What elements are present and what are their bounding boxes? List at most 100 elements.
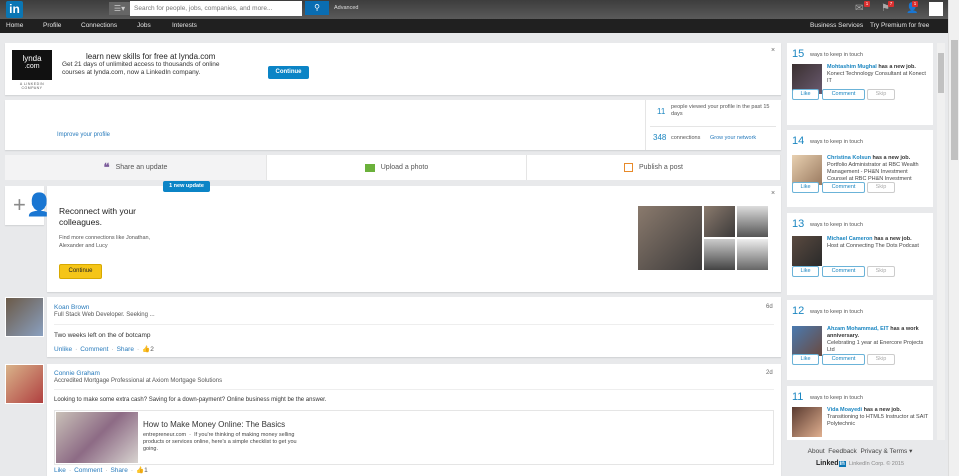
page-scrollbar[interactable]	[948, 0, 959, 476]
colleague-photo[interactable]	[736, 238, 769, 271]
divider	[650, 126, 776, 127]
comment-button[interactable]: Comment	[822, 266, 865, 277]
upload-photo-tab[interactable]: Upload a photo	[267, 155, 527, 180]
like-count[interactable]: 1	[144, 467, 148, 474]
comment-button[interactable]: Comment	[74, 467, 102, 474]
post-actions: Like · Comment · Share · 👍1	[54, 467, 148, 474]
nav-business-services[interactable]: Business Services	[810, 22, 863, 29]
new-update-badge[interactable]: 1 new update	[163, 181, 210, 192]
comment-button[interactable]: Comment	[822, 89, 865, 100]
nav-home[interactable]: Home	[6, 22, 23, 29]
colleague-photo[interactable]	[703, 205, 736, 238]
avatar[interactable]	[5, 297, 44, 337]
ways-label: ways to keep in touch	[810, 139, 863, 145]
colleague-photo[interactable]	[736, 205, 769, 238]
thumbs-up-icon: 👍	[142, 346, 151, 353]
reconnect-continue-button[interactable]: Continue	[59, 264, 102, 279]
share-update-tab[interactable]: ❝ Share an update	[5, 155, 267, 180]
like-count[interactable]: 2	[150, 346, 154, 353]
colleague-photo[interactable]	[637, 205, 703, 271]
comment-button[interactable]: Comment	[822, 182, 865, 193]
like-button[interactable]: Like	[792, 354, 819, 365]
share-button[interactable]: Share	[117, 346, 134, 353]
skip-button[interactable]: Skip	[867, 89, 895, 100]
search-button[interactable]: ⚲	[305, 1, 329, 15]
avatar[interactable]	[5, 364, 44, 404]
lynda-continue-button[interactable]: Continue	[268, 66, 309, 79]
like-button[interactable]: Like	[54, 467, 66, 474]
nav-try-premium[interactable]: Try Premium for free	[870, 22, 929, 29]
footer-about[interactable]: About	[808, 448, 825, 455]
close-icon[interactable]: ×	[771, 190, 775, 197]
nav-profile[interactable]: Profile	[43, 22, 61, 29]
nav-connections[interactable]: Connections	[81, 22, 117, 29]
reconnect-card: Reconnect with your colleagues. Find mor…	[47, 186, 781, 292]
nav-interests[interactable]: Interests	[172, 22, 197, 29]
link-preview[interactable]: How to Make Money Online: The Basics ent…	[54, 410, 774, 465]
comment-button[interactable]: Comment	[822, 354, 865, 365]
link-preview-title[interactable]: How to Make Money Online: The Basics	[143, 420, 285, 429]
contact-name[interactable]: Mohtashim Mughal	[827, 64, 877, 70]
menu-icon[interactable]: ☰▾	[109, 2, 130, 15]
advanced-search-link[interactable]: Advanced	[334, 5, 358, 11]
rail-scrollbar[interactable]	[937, 43, 945, 440]
top-bar: in ☰▾ ⚲ Advanced ✉ 1 ⚑ 7 👤 1	[0, 0, 959, 19]
footer-feedback[interactable]: Feedback	[828, 448, 857, 455]
keep-in-touch-card: 13 ways to keep in touch Michael Cameron…	[787, 213, 933, 295]
keep-in-touch-card: 11 ways to keep in touch Vida Moayedi ha…	[787, 386, 933, 440]
linkedin-logo[interactable]: in	[6, 1, 23, 18]
connections-count[interactable]: 348	[653, 133, 666, 142]
post-time: 2d	[766, 370, 773, 376]
skip-button[interactable]: Skip	[867, 266, 895, 277]
unlike-button[interactable]: Unlike	[54, 346, 72, 353]
avatar[interactable]	[792, 326, 822, 356]
post-author[interactable]: Connie Graham	[54, 370, 100, 377]
lynda-logo: lynda .com	[12, 50, 52, 80]
avatar[interactable]	[792, 155, 822, 185]
contact-name[interactable]: Ahzam Mohammad, EIT	[827, 326, 889, 332]
avatar[interactable]	[792, 236, 822, 266]
like-button[interactable]: Like	[792, 266, 819, 277]
update-event: has a new job.	[862, 407, 902, 413]
improve-profile-link[interactable]: Improve your profile	[57, 132, 110, 138]
contact-name[interactable]: Vida Moayedi	[827, 407, 862, 413]
photo-icon	[364, 163, 375, 172]
update-detail: Portfolio Administrator at RBC Wealth Ma…	[827, 162, 919, 182]
share-button[interactable]: Share	[110, 467, 127, 474]
comment-button[interactable]: Comment	[80, 346, 108, 353]
lynda-logo-text: lynda	[22, 54, 42, 63]
thumbs-up-icon: 👍	[136, 467, 145, 474]
close-icon[interactable]: ×	[771, 47, 775, 54]
reconnect-body: Find more connections like Jonathan, Ale…	[59, 235, 151, 249]
like-button[interactable]: Like	[792, 182, 819, 193]
linkedin-wordmark: Linked	[815, 460, 839, 467]
post-actions: Unlike · Comment · Share · 👍2	[54, 346, 154, 353]
profile-views-count[interactable]: 11	[657, 107, 665, 116]
lynda-logo-text2: .com	[24, 63, 40, 70]
publish-post-tab[interactable]: Publish a post	[527, 155, 781, 180]
footer-privacy[interactable]: Privacy & Terms ▾	[860, 448, 912, 455]
feed-post: Connie Graham Accredited Mortgage Profes…	[47, 364, 781, 476]
skip-button[interactable]: Skip	[867, 182, 895, 193]
avatar[interactable]	[929, 2, 943, 16]
notifications-badge: 7	[888, 1, 894, 7]
ways-label: ways to keep in touch	[810, 222, 863, 228]
ways-count: 14	[792, 135, 805, 147]
footer-brand: Linkedin LinkedIn Corp. © 2015	[787, 460, 933, 467]
grow-network-link[interactable]: Grow your network	[710, 135, 756, 141]
search-icon: ⚲	[314, 3, 320, 12]
search-input[interactable]	[130, 1, 302, 16]
contact-name[interactable]: Michael Cameron	[827, 236, 873, 242]
post-author[interactable]: Koan Brown	[54, 304, 89, 311]
nav-jobs[interactable]: Jobs	[137, 22, 151, 29]
connections-label: connections	[671, 135, 701, 141]
skip-button[interactable]: Skip	[867, 354, 895, 365]
update-event: has a new job.	[876, 64, 916, 70]
ways-label: ways to keep in touch	[810, 52, 863, 58]
lynda-logo-sub: A LINKEDIN COMPANY	[19, 82, 45, 90]
profile-summary-card: Improve your profile 11 people viewed yo…	[5, 100, 781, 150]
contact-name[interactable]: Christina Kolsun	[827, 155, 871, 161]
colleague-photo[interactable]	[703, 238, 736, 271]
avatar[interactable]	[792, 407, 822, 437]
like-button[interactable]: Like	[792, 89, 819, 100]
